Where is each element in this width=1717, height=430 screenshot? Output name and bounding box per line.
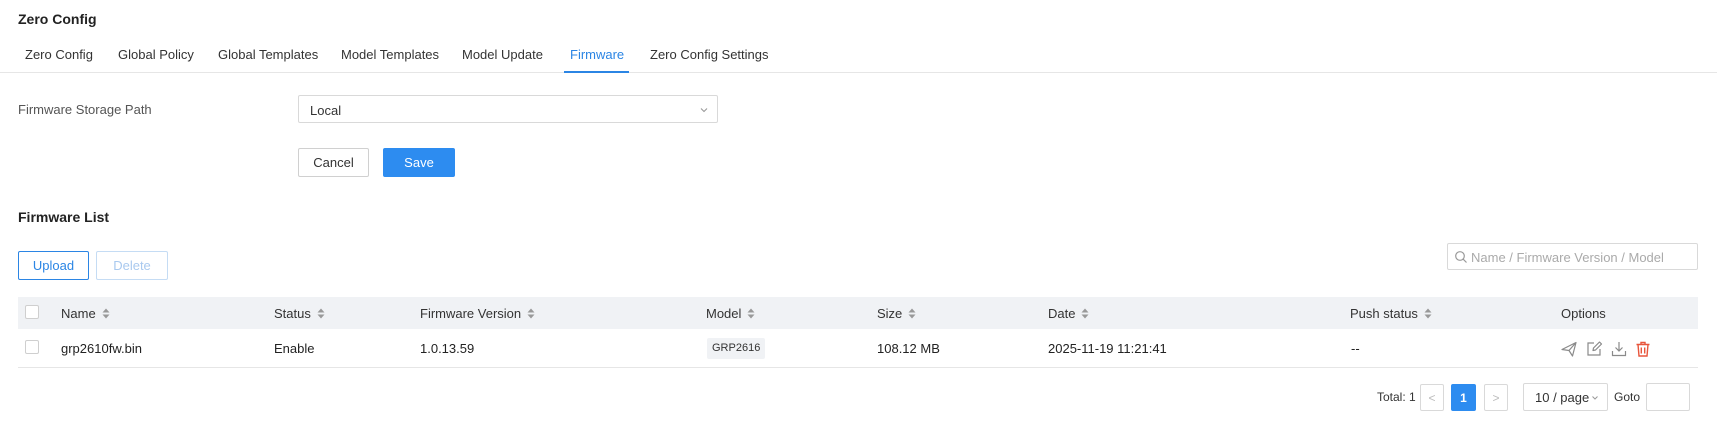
page-1-button[interactable]: 1 xyxy=(1451,384,1476,411)
column-header-label: Status xyxy=(274,306,311,321)
column-header-label: Model xyxy=(706,306,742,321)
column-header-firmware-version[interactable]: Firmware Version xyxy=(420,306,535,321)
next-page-button[interactable]: > xyxy=(1484,384,1508,411)
column-header-options: Options xyxy=(1561,306,1606,321)
send-icon[interactable] xyxy=(1560,340,1578,358)
trash-icon[interactable] xyxy=(1634,340,1652,358)
tab-zero-config-settings[interactable]: Zero Config Settings xyxy=(650,47,769,62)
storage-path-value: Local xyxy=(310,103,342,118)
firmware-list-title: Firmware List xyxy=(18,209,110,225)
column-header-name[interactable]: Name xyxy=(61,306,110,321)
save-button[interactable]: Save xyxy=(383,148,455,177)
column-header-label: Date xyxy=(1048,306,1076,321)
cell-size: 108.12 MB xyxy=(877,341,940,356)
prev-page-button[interactable]: < xyxy=(1420,384,1444,411)
sort-icon[interactable] xyxy=(747,308,755,319)
cell-firmware-version: 1.0.13.59 xyxy=(420,341,475,356)
edit-icon[interactable] xyxy=(1585,340,1603,358)
chevron-down-icon xyxy=(1592,396,1598,400)
active-tab-indicator xyxy=(564,71,629,73)
storage-path-label: Firmware Storage Path xyxy=(18,102,152,117)
column-header-model[interactable]: Model xyxy=(706,306,755,321)
chevron-down-icon xyxy=(700,108,708,113)
download-icon[interactable] xyxy=(1610,340,1628,358)
cell-status: Enable xyxy=(274,341,315,356)
select-all-checkbox[interactable] xyxy=(25,305,39,319)
column-header-label: Size xyxy=(877,306,903,321)
table-row: grp2610fw.bin Enable 1.0.13.59 GRP2616 1… xyxy=(18,329,1698,368)
column-header-push-status[interactable]: Push status xyxy=(1350,306,1432,321)
sort-icon[interactable] xyxy=(1081,308,1089,319)
column-header-label: Push status xyxy=(1350,306,1418,321)
page-size-select[interactable]: 10 / page xyxy=(1523,383,1608,411)
tab-zero-config[interactable]: Zero Config xyxy=(25,47,93,62)
column-header-size[interactable]: Size xyxy=(877,306,916,321)
total-count: Total: 1 xyxy=(1377,390,1416,404)
table-header: Name Status Firmware Version Model Size … xyxy=(18,297,1698,329)
tab-global-templates[interactable]: Global Templates xyxy=(218,47,318,62)
column-header-date[interactable]: Date xyxy=(1048,306,1089,321)
cell-date: 2025-11-19 11:21:41 xyxy=(1048,341,1167,356)
sort-icon[interactable] xyxy=(527,308,535,319)
page-size-value: 10 / page xyxy=(1535,390,1590,405)
column-header-label: Name xyxy=(61,306,96,321)
tab-model-update[interactable]: Model Update xyxy=(462,47,543,62)
goto-label: Goto xyxy=(1614,390,1641,404)
tab-firmware[interactable]: Firmware xyxy=(570,47,624,62)
tab-global-policy[interactable]: Global Policy xyxy=(118,47,194,62)
column-header-label: Firmware Version xyxy=(420,306,522,321)
cell-name: grp2610fw.bin xyxy=(61,341,142,356)
sort-icon[interactable] xyxy=(1424,308,1432,319)
storage-path-select[interactable]: Local xyxy=(298,95,718,123)
model-tag: GRP2616 xyxy=(707,338,766,359)
sort-icon[interactable] xyxy=(102,308,110,319)
search-placeholder: Name / Firmware Version / Model xyxy=(1471,250,1664,265)
upload-button[interactable]: Upload xyxy=(18,251,89,280)
sort-icon[interactable] xyxy=(908,308,916,319)
row-checkbox[interactable] xyxy=(25,340,39,354)
tab-bar: Zero Config Global Policy Global Templat… xyxy=(0,38,1717,73)
column-header-status[interactable]: Status xyxy=(274,306,325,321)
sort-icon[interactable] xyxy=(317,308,325,319)
search-input[interactable]: Name / Firmware Version / Model xyxy=(1447,243,1698,270)
tab-model-templates[interactable]: Model Templates xyxy=(341,47,439,62)
cell-push-status: -- xyxy=(1351,341,1360,356)
search-icon xyxy=(1455,251,1467,263)
cancel-button[interactable]: Cancel xyxy=(298,148,369,177)
goto-page-input[interactable] xyxy=(1646,383,1690,411)
delete-button[interactable]: Delete xyxy=(96,251,168,280)
page-title: Zero Config xyxy=(18,11,97,27)
